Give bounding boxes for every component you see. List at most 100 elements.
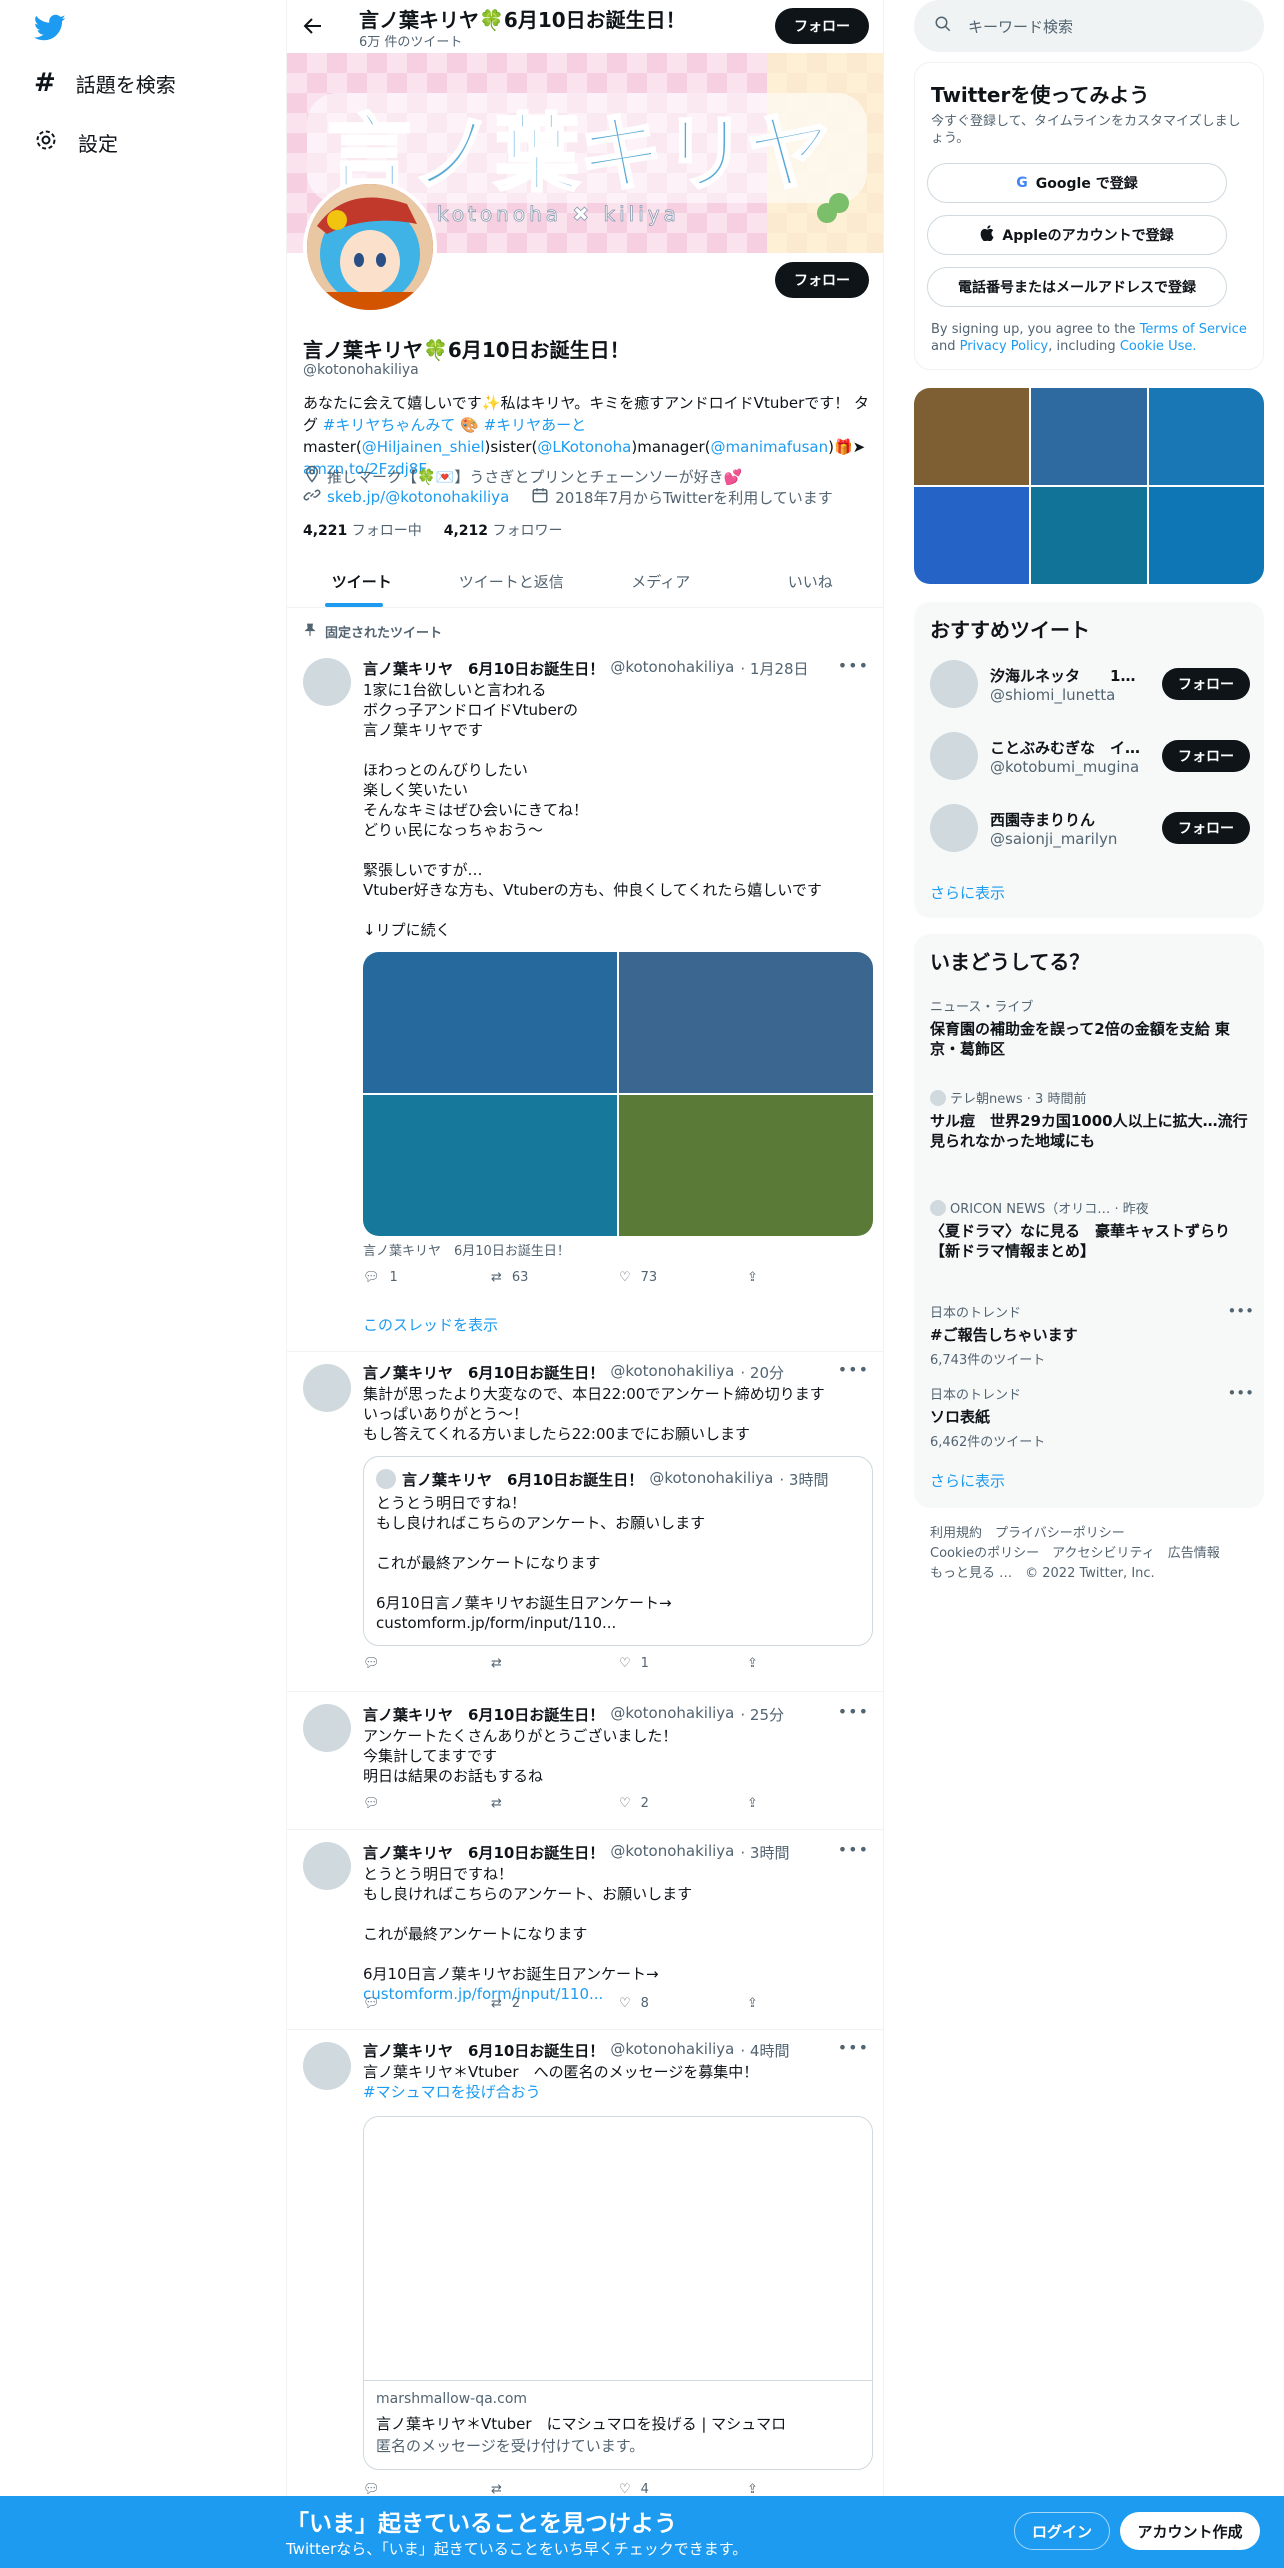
- retweet-button[interactable]: ⇄: [491, 1796, 619, 1811]
- tweet-avatar[interactable]: [303, 2042, 351, 2090]
- signup-button[interactable]: アカウント作成: [1120, 2512, 1260, 2550]
- show-more-link[interactable]: さらに表示: [930, 882, 1005, 903]
- back-arrow-icon[interactable]: [301, 14, 325, 42]
- tweet-avatar[interactable]: [303, 658, 351, 706]
- bio-mention-link[interactable]: @LKotonoha: [537, 438, 631, 456]
- media-image[interactable]: [363, 1095, 617, 1236]
- more-icon[interactable]: •••: [838, 2038, 869, 2057]
- search-box[interactable]: キーワード検索: [914, 0, 1264, 52]
- following-link[interactable]: 4,221 フォロー中: [303, 520, 422, 540]
- tab-tweets-replies[interactable]: ツイートと返信: [437, 556, 587, 607]
- bio-mention-link[interactable]: @manimafusan: [711, 438, 829, 456]
- search-input[interactable]: キーワード検索: [968, 16, 1073, 37]
- retweet-button[interactable]: ⇄ 63: [491, 1270, 619, 1285]
- tab-tweets[interactable]: ツイート: [287, 556, 437, 607]
- reply-button[interactable]: 💬︎ 1: [363, 1270, 491, 1285]
- follow-button-top[interactable]: フォロー: [775, 8, 869, 44]
- reply-button[interactable]: 💬︎: [363, 1996, 491, 2011]
- trend-item[interactable]: テレ朝news · 3 時間前 サル痘 世界29カ国1000人以上に拡大…流行見…: [930, 1088, 1250, 1151]
- phone-email-signup-button[interactable]: 電話番号またはメールアドレスで登録: [927, 267, 1227, 307]
- avatar[interactable]: [930, 660, 978, 708]
- recommended-user[interactable]: 西園寺まりりん @saionji_marilyn フォロー: [930, 804, 1250, 852]
- media-thumbnail[interactable]: [914, 388, 1030, 485]
- more-icon[interactable]: •••: [838, 1360, 869, 1379]
- tweet-author-handle[interactable]: @kotonohakiliya: [610, 1704, 734, 1725]
- reply-button[interactable]: 💬︎: [363, 2482, 491, 2497]
- nav-explore[interactable]: # 話題を検索: [34, 68, 176, 98]
- media-thumbnail[interactable]: [1031, 388, 1147, 485]
- retweet-button[interactable]: ⇄: [491, 2482, 619, 2497]
- footer-links[interactable]: もっと見る … © 2022 Twitter, Inc.: [930, 1564, 1270, 1584]
- like-button[interactable]: ♡ 1: [619, 1656, 747, 1671]
- tweet-avatar[interactable]: [303, 1842, 351, 1890]
- retweet-button[interactable]: ⇄: [491, 1656, 619, 1671]
- bio-mention-link[interactable]: @Hiljainen_shiel: [362, 438, 485, 456]
- nav-settings[interactable]: 設定: [34, 128, 118, 157]
- tab-media[interactable]: メディア: [586, 556, 736, 607]
- profile-avatar[interactable]: [303, 180, 437, 314]
- tweet-item[interactable]: 言ノ葉キリヤ 6月10日お誕生日！ @kotonohakiliya · 3時間 …: [287, 1830, 883, 2030]
- more-icon[interactable]: •••: [838, 1840, 869, 1859]
- more-icon[interactable]: •••: [1227, 1384, 1254, 1402]
- media-image[interactable]: [363, 952, 617, 1093]
- tweet-author-name[interactable]: 言ノ葉キリヤ 6月10日お誕生日！: [363, 1362, 604, 1383]
- tweet-media-grid[interactable]: [363, 952, 873, 1236]
- link-card[interactable]: marshmallow-qa.com 言ノ葉キリヤ＊Vtuber にマシュマロを…: [363, 2116, 873, 2470]
- tweet-author-name[interactable]: 言ノ葉キリヤ 6月10日お誕生日！: [363, 658, 604, 679]
- reply-button[interactable]: 💬︎: [363, 1796, 491, 1811]
- media-thumbnail[interactable]: [914, 487, 1030, 584]
- footer-links[interactable]: Cookieのポリシー アクセシビリティ 広告情報: [930, 1544, 1270, 1564]
- tweet-author-handle[interactable]: @kotonohakiliya: [610, 1362, 734, 1383]
- tweet-timestamp[interactable]: · 3時間: [740, 1842, 789, 1863]
- media-image[interactable]: [619, 952, 873, 1093]
- bio-hashtag-link[interactable]: #キリヤちゃんみて: [323, 416, 456, 434]
- tweet-author-handle[interactable]: @kotonohakiliya: [610, 2040, 734, 2061]
- share-button[interactable]: ⇪: [747, 1656, 777, 1671]
- tweet-hashtag-link[interactable]: #マシュマロを投げ合おう: [363, 2083, 541, 2101]
- like-button[interactable]: ♡ 73: [619, 1270, 747, 1285]
- share-button[interactable]: ⇪: [747, 2482, 777, 2497]
- quoted-tweet[interactable]: 言ノ葉キリヤ 6月10日お誕生日！ @kotonohakiliya · 3時間 …: [363, 1456, 873, 1646]
- footer-links[interactable]: 利用規約 プライバシーポリシー: [930, 1524, 1270, 1544]
- tweet-author-name[interactable]: 言ノ葉キリヤ 6月10日お誕生日！: [363, 2040, 604, 2061]
- terms-link[interactable]: Terms of Service: [1140, 322, 1247, 337]
- reply-button[interactable]: 💬︎: [363, 1656, 491, 1671]
- tweet-item[interactable]: 言ノ葉キリヤ 6月10日お誕生日！ @kotonohakiliya · 1月28…: [287, 644, 883, 1352]
- like-button[interactable]: ♡ 4: [619, 2482, 747, 2497]
- recommended-user[interactable]: ことぶみむぎな イ… @kotobumi_mugina フォロー: [930, 732, 1250, 780]
- privacy-link[interactable]: Privacy Policy: [960, 339, 1049, 354]
- trend-item[interactable]: ニュース・ライブ 保育園の補助金を誤って2倍の金額を支給 東京・葛飾区: [930, 996, 1250, 1059]
- avatar[interactable]: [930, 804, 978, 852]
- tweet-avatar[interactable]: [303, 1364, 351, 1412]
- more-icon[interactable]: •••: [1227, 1302, 1254, 1320]
- tweet-timestamp[interactable]: · 4時間: [740, 2040, 789, 2061]
- follow-button[interactable]: フォロー: [1162, 812, 1250, 844]
- share-button[interactable]: ⇪: [747, 1796, 777, 1811]
- tweet-avatar[interactable]: [303, 1704, 351, 1752]
- tweet-item[interactable]: 言ノ葉キリヤ 6月10日お誕生日！ @kotonohakiliya · 25分 …: [287, 1692, 883, 1830]
- profile-website-link[interactable]: skeb.jp/@kotonohakiliya: [327, 488, 509, 506]
- show-thread-link[interactable]: このスレッドを表示: [363, 1314, 498, 1335]
- media-thumbnail[interactable]: [1148, 388, 1264, 485]
- tweet-author-name[interactable]: 言ノ葉キリヤ 6月10日お誕生日！: [363, 1842, 604, 1863]
- tweet-timestamp[interactable]: · 1月28日: [740, 658, 808, 679]
- like-button[interactable]: ♡ 8: [619, 1996, 747, 2011]
- trend-item[interactable]: ORICON NEWS（オリコ… · 昨夜 〈夏ドラマ〉なに見る 豪華キャストず…: [930, 1198, 1250, 1261]
- trends-show-more-link[interactable]: さらに表示: [930, 1470, 1005, 1491]
- google-signup-button[interactable]: G Google で登録: [927, 163, 1227, 203]
- followers-link[interactable]: 4,212 フォロワー: [444, 520, 563, 540]
- cookie-link[interactable]: Cookie Use.: [1120, 339, 1197, 354]
- tweet-timestamp[interactable]: · 20分: [740, 1362, 784, 1383]
- follow-button[interactable]: フォロー: [775, 262, 869, 298]
- share-button[interactable]: ⇪: [747, 1996, 777, 2011]
- media-image[interactable]: [619, 1095, 873, 1236]
- recommended-user[interactable]: 汐海ルネッタ 1… @shiomi_lunetta フォロー: [930, 660, 1250, 708]
- tweet-author-handle[interactable]: @kotonohakiliya: [610, 658, 734, 679]
- media-thumbnail[interactable]: [1031, 487, 1147, 584]
- retweet-button[interactable]: ⇄ 2: [491, 1996, 619, 2011]
- tweet-author-name[interactable]: 言ノ葉キリヤ 6月10日お誕生日！: [363, 1704, 604, 1725]
- trend-item[interactable]: 日本のトレンド #ご報告しちゃいます 6,743件のツイート •••: [930, 1302, 1254, 1368]
- tweet-item[interactable]: 言ノ葉キリヤ 6月10日お誕生日！ @kotonohakiliya · 20分 …: [287, 1352, 883, 1692]
- tweet-timestamp[interactable]: · 25分: [740, 1704, 784, 1725]
- more-icon[interactable]: •••: [838, 1702, 869, 1721]
